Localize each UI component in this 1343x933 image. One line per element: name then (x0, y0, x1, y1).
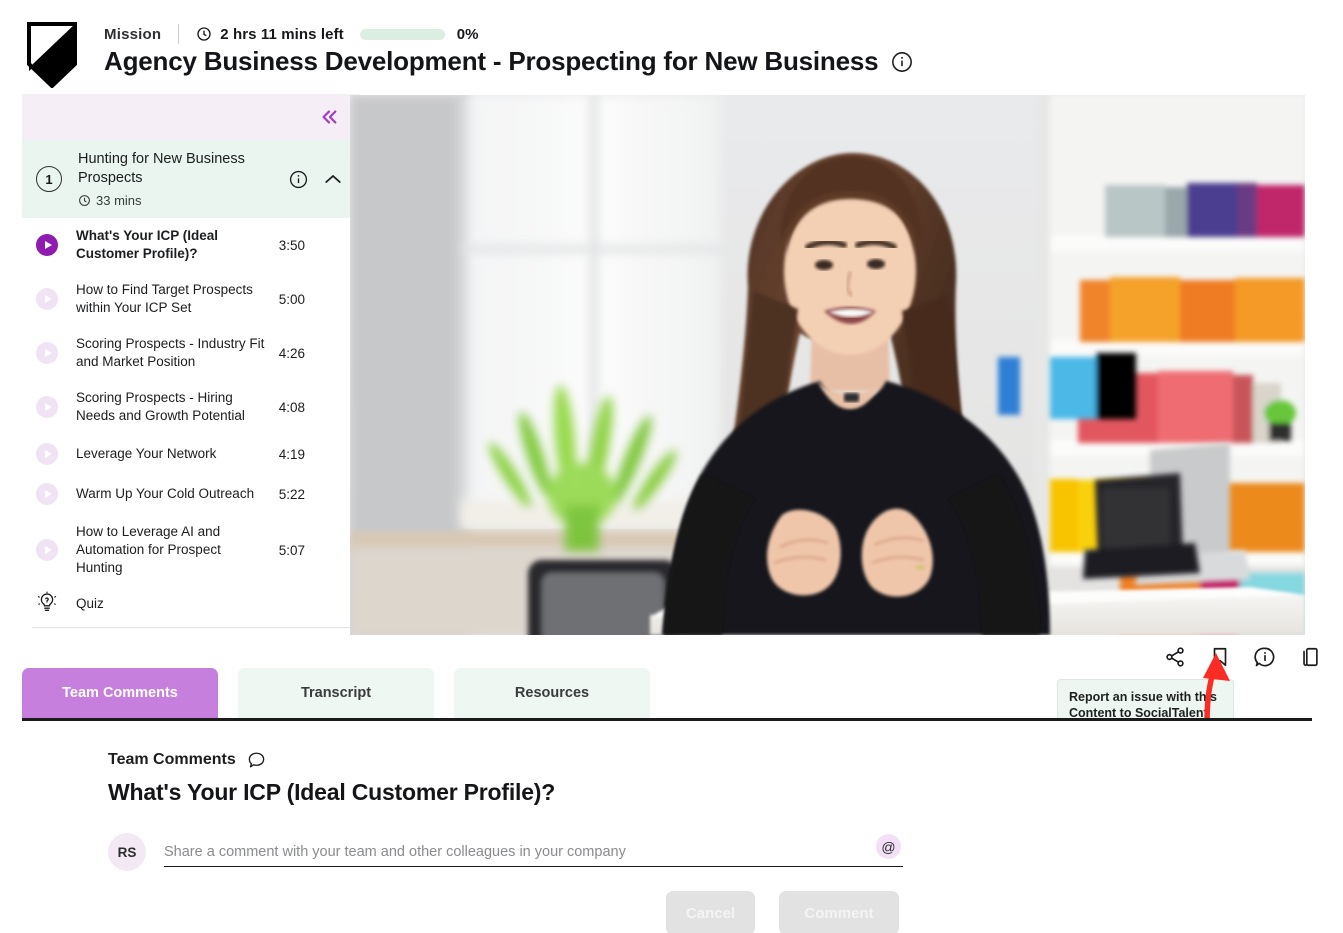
course-title-row: Agency Business Development - Prospectin… (104, 46, 913, 77)
lesson-title: Scoring Prospects - Industry Fit and Mar… (76, 336, 265, 369)
video-frame (350, 95, 1305, 635)
lesson-sidebar: 1 Hunting for New Business Prospects 33 … (22, 94, 360, 634)
bookmark-icon[interactable] (1209, 646, 1231, 668)
module-header-2[interactable]: Cold Calling Essentials - (22, 628, 360, 634)
play-icon[interactable] (36, 539, 58, 561)
team-comments-panel: Team Comments What's Your ICP (Ideal Cus… (0, 721, 1343, 933)
comment-bubble-icon (248, 752, 265, 768)
play-icon[interactable] (36, 443, 58, 465)
app-header: Mission 2 hrs 11 mins left 0% Agency Bus… (0, 0, 1343, 93)
play-icon[interactable] (36, 288, 58, 310)
lesson-duration: 4:26 (278, 345, 305, 361)
comments-section-label: Team Comments (108, 751, 236, 768)
list-item[interactable]: Warm Up Your Cold Outreach 5:22 (22, 474, 360, 514)
comment-submit-button[interactable]: Comment (779, 891, 899, 933)
content-tabs: Team Comments Transcript Resources (22, 668, 650, 718)
comment-input[interactable]: Share a comment with your team and other… (164, 834, 903, 867)
chevron-double-left-icon[interactable] (318, 107, 340, 127)
lesson-duration: 5:22 (278, 486, 305, 502)
at-sign-icon[interactable]: @ (876, 834, 901, 859)
comment-actions: Cancel Comment (666, 891, 899, 933)
lesson-title: How to Find Target Prospects within Your… (76, 282, 253, 315)
content-action-bar (1164, 646, 1321, 668)
copy-icon[interactable] (1299, 646, 1321, 668)
comments-lesson-title: What's Your ICP (Ideal Customer Profile)… (108, 779, 556, 805)
report-issue-icon[interactable] (1254, 646, 1276, 668)
list-item[interactable]: Scoring Prospects - Hiring Needs and Gro… (22, 380, 360, 434)
chevron-up-icon[interactable] (324, 173, 342, 185)
mission-player-page: Mission 2 hrs 11 mins left 0% Agency Bus… (0, 0, 1343, 933)
tab-label: Resources (514, 685, 590, 701)
info-circle-icon[interactable] (289, 170, 308, 189)
module-duration-label: 33 mins (96, 193, 142, 208)
list-item[interactable]: How to Find Target Prospects within Your… (22, 272, 360, 326)
info-circle-icon[interactable] (891, 51, 913, 73)
lesson-list: What's Your ICP (Ideal Customer Profile)… (22, 218, 360, 634)
module-title: Hunting for New Business Prospects (78, 151, 245, 186)
list-item[interactable]: Leverage Your Network 4:19 (22, 434, 360, 474)
tooltip-content: Report an issue with this Content to Soc… (1069, 690, 1217, 720)
list-item-quiz[interactable]: Quiz (22, 586, 360, 627)
tab-resources[interactable]: Resources (454, 668, 650, 718)
lightbulb-question-icon (37, 591, 57, 612)
play-icon[interactable] (36, 483, 58, 505)
play-icon[interactable] (36, 342, 58, 364)
time-left-label: 2 hrs 11 mins left (220, 25, 344, 43)
module-header-1[interactable]: 1 Hunting for New Business Prospects 33 … (22, 140, 360, 218)
share-icon[interactable] (1164, 646, 1186, 668)
lesson-title: How to Leverage AI and Automation for Pr… (76, 524, 221, 575)
page-title: Agency Business Development - Prospectin… (104, 46, 879, 76)
lesson-duration: 4:19 (278, 446, 305, 462)
lesson-duration: 3:50 (278, 237, 305, 253)
list-item[interactable]: Scoring Prospects - Industry Fit and Mar… (22, 326, 360, 380)
comment-input-placeholder: Share a comment with your team and other… (164, 843, 626, 860)
lesson-title: What's Your ICP (Ideal Customer Profile)… (76, 228, 218, 261)
lesson-title: Leverage Your Network (76, 446, 217, 461)
cancel-button[interactable]: Cancel (666, 891, 755, 933)
comment-composer: RS Share a comment with your team and ot… (108, 833, 903, 871)
list-item[interactable]: How to Leverage AI and Automation for Pr… (22, 514, 360, 586)
clock-icon (197, 27, 211, 41)
progress-percent-label: 0% (456, 25, 479, 43)
lesson-duration: 4:08 (278, 399, 305, 415)
play-icon[interactable] (36, 234, 58, 256)
play-icon[interactable] (36, 396, 58, 418)
video-player[interactable] (350, 95, 1305, 635)
avatar: RS (108, 833, 146, 871)
lesson-title: Scoring Prospects - Hiring Needs and Gro… (76, 390, 245, 423)
tab-team-comments[interactable]: Team Comments (22, 668, 218, 718)
lesson-duration: 5:00 (278, 291, 305, 307)
module-actions (289, 170, 346, 189)
list-item[interactable]: What's Your ICP (Ideal Customer Profile)… (22, 218, 360, 272)
comments-section-header: Team Comments (108, 751, 266, 769)
meta-divider (178, 24, 180, 44)
mission-meta-row: Mission 2 hrs 11 mins left 0% (104, 22, 478, 46)
socialtalent-shield-logo (27, 22, 77, 88)
progress-bar (359, 28, 445, 40)
module-number: 1 (36, 166, 62, 192)
tab-label: Team Comments (62, 685, 178, 701)
module-duration-row: 33 mins (78, 193, 289, 208)
tab-transcript[interactable]: Transcript (238, 668, 434, 718)
tab-label: Transcript (300, 685, 372, 701)
lesson-duration: 5:07 (278, 542, 305, 558)
lesson-title: Warm Up Your Cold Outreach (76, 486, 255, 501)
module-text-block: Hunting for New Business Prospects 33 mi… (78, 150, 289, 208)
quiz-label: Quiz (76, 595, 104, 611)
sidebar-header (22, 94, 360, 140)
clock-icon (79, 195, 90, 206)
mission-label: Mission (104, 25, 162, 43)
